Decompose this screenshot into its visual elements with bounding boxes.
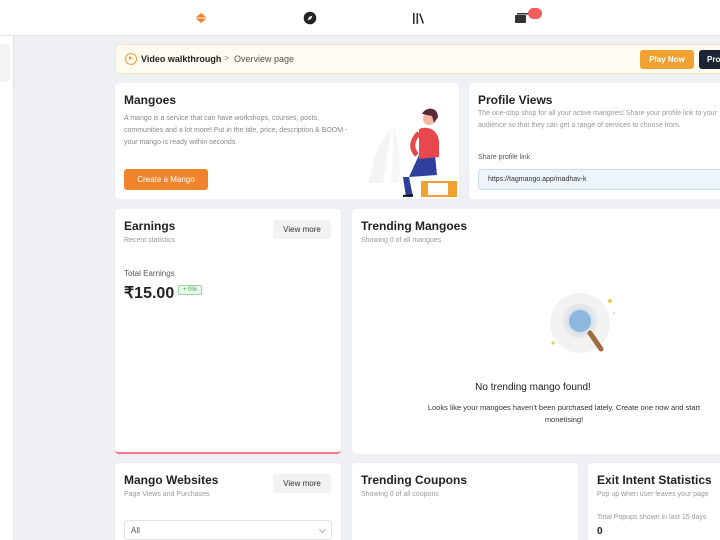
breadcrumb: Video walkthrough > Overview page Play N… bbox=[115, 44, 720, 74]
create-mango-button[interactable]: Create a Mango bbox=[124, 169, 208, 190]
earnings-subtitle: Recent statistics bbox=[124, 237, 175, 244]
mango-websites-title: Mango Websites bbox=[124, 473, 219, 487]
breadcrumb-current: Overview page bbox=[234, 54, 295, 64]
trending-mangoes-card: Trending Mangoes Showing 0 of all mangoe… bbox=[352, 209, 720, 454]
share-profile-label: Share profile link bbox=[478, 154, 531, 161]
compass-icon bbox=[303, 11, 317, 25]
exit-metric-value: 0 bbox=[597, 526, 603, 537]
trending-mangoes-title: Trending Mangoes bbox=[361, 219, 468, 233]
exit-metric-label: Total Popups shown in last 15 days bbox=[597, 514, 707, 521]
trending-coupons-title: Trending Coupons bbox=[361, 473, 467, 487]
total-earnings-value: ₹15.00 bbox=[124, 285, 175, 302]
chevron-down-icon bbox=[318, 525, 327, 534]
mangoes-card: Mangoes A mango is a service that can ha… bbox=[115, 83, 459, 199]
profile-views-description: The one-stop shop for all your active ma… bbox=[478, 110, 717, 129]
exit-intent-title: Exit Intent Statistics bbox=[597, 473, 712, 487]
empty-state-title: No trending mango found! bbox=[475, 382, 591, 393]
website-filter-select[interactable]: All bbox=[124, 520, 332, 540]
trending-mangoes-subtitle: Showing 0 of all mangoes bbox=[361, 237, 442, 244]
earnings-title: Earnings bbox=[124, 219, 176, 233]
play-now-button[interactable]: Play Now bbox=[640, 50, 694, 69]
profile-link-field[interactable]: https://tagmango.app/madhav-k bbox=[478, 169, 720, 190]
breadcrumb-separator: > bbox=[224, 53, 230, 63]
play-circle-icon bbox=[125, 53, 137, 65]
profile-views-card: Profile Views The one-stop shop for all … bbox=[469, 83, 720, 199]
person-sitting-illustration bbox=[369, 108, 457, 197]
websites-view-more-button[interactable]: View more bbox=[273, 474, 331, 493]
sidebar bbox=[0, 36, 14, 540]
mangoes-description: A mango is a service that can have works… bbox=[124, 115, 348, 146]
profile-views-title: Profile Views bbox=[478, 93, 553, 107]
total-earnings-label: Total Earnings bbox=[124, 269, 175, 278]
breadcrumb-link[interactable]: Video walkthrough bbox=[141, 54, 221, 64]
nav-explore[interactable] bbox=[298, 6, 322, 30]
growth-badge: + 0% bbox=[178, 285, 202, 295]
trending-coupons-subtitle: Showing 0 of all coupons bbox=[361, 491, 439, 498]
magnifier-illustration bbox=[550, 293, 616, 353]
nav-home[interactable] bbox=[189, 6, 213, 30]
nav-library[interactable] bbox=[406, 6, 430, 30]
top-navbar bbox=[0, 0, 720, 36]
trending-coupons-card: Trending Coupons Showing 0 of all coupon… bbox=[352, 463, 578, 540]
mango-websites-card: Mango Websites Page Views and Purchases … bbox=[115, 463, 341, 540]
mangoes-title: Mangoes bbox=[124, 93, 177, 107]
empty-state-description: Looks like your mangoes haven't been pur… bbox=[427, 403, 701, 424]
exit-intent-card: Exit Intent Statistics Pop up when user … bbox=[588, 463, 720, 540]
notification-badge bbox=[528, 8, 542, 19]
sidebar-item-active[interactable] bbox=[0, 44, 10, 82]
diamond-icon bbox=[195, 13, 207, 23]
earnings-card: Earnings Recent statistics View more Tot… bbox=[115, 209, 341, 454]
pro-button[interactable]: Pro bbox=[699, 50, 720, 69]
mango-websites-subtitle: Page Views and Purchases bbox=[124, 491, 210, 498]
library-icon bbox=[413, 13, 425, 24]
exit-intent-subtitle: Pop up when user leaves your page bbox=[597, 491, 709, 498]
website-filter-value: All bbox=[131, 525, 140, 535]
earnings-view-more-button[interactable]: View more bbox=[273, 220, 331, 239]
